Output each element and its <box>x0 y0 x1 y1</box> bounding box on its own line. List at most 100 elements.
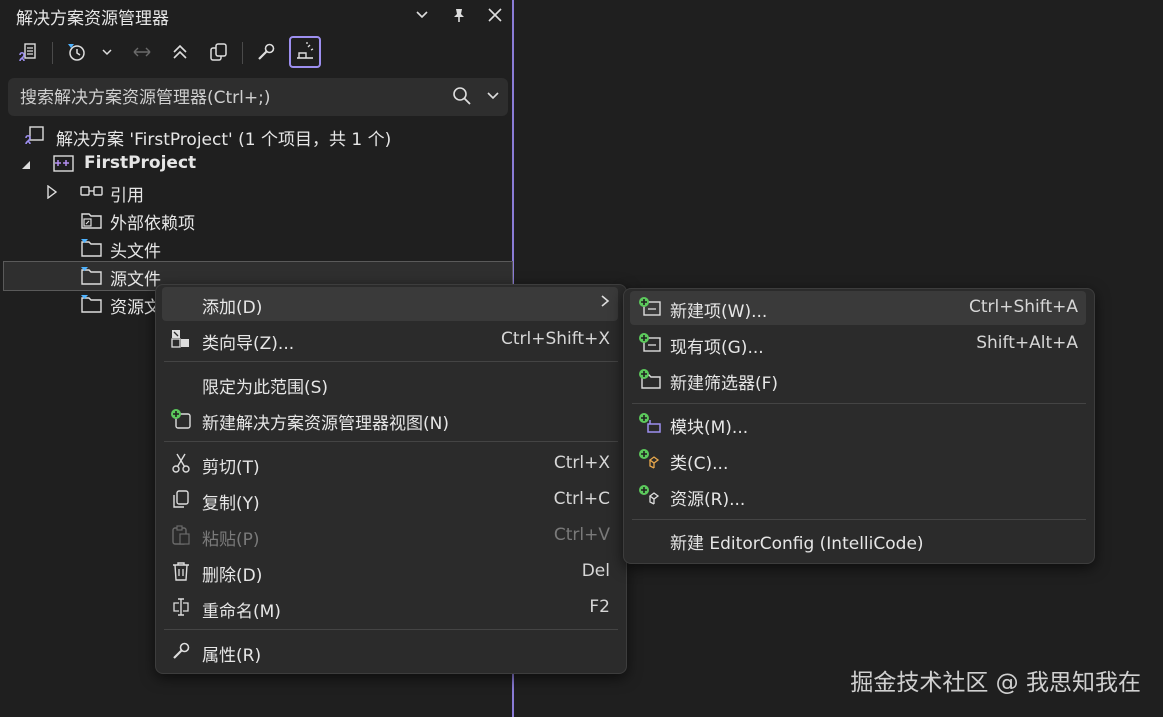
tree-item-project[interactable]: FirstProject <box>0 150 512 178</box>
tree-item-label: 资源文 <box>110 298 161 318</box>
new-window-icon <box>170 408 192 435</box>
tree-item-label: 外部依赖项 <box>110 214 195 234</box>
tree-item-label: 引用 <box>110 186 144 206</box>
menu-item-copy[interactable]: 复制(Y) Ctrl+C <box>162 483 618 517</box>
chevron-down-icon[interactable] <box>91 36 123 68</box>
rename-icon <box>170 596 192 623</box>
class-icon <box>638 448 662 475</box>
close-icon[interactable] <box>483 3 507 27</box>
paste-icon <box>170 524 192 551</box>
menu-separator <box>164 629 618 630</box>
watermark-text: 掘金技术社区 @ 我思知我在 <box>850 670 1141 696</box>
search-box <box>8 78 508 118</box>
menu-item-shortcut: Del <box>581 561 610 581</box>
chevron-down-icon[interactable] <box>486 88 500 107</box>
filter-folder-icon <box>80 294 104 319</box>
panel-toolbar <box>0 34 512 72</box>
collapse-all-icon[interactable] <box>164 36 196 68</box>
menu-separator <box>632 403 1086 404</box>
menu-separator <box>164 441 618 442</box>
menu-item-shortcut: Ctrl+Shift+A <box>968 297 1078 317</box>
menu-item-scope-to-this[interactable]: 限定为此范围(S) <box>162 367 618 401</box>
menu-item-label: 新建项(W)... <box>670 302 768 322</box>
sync-icon[interactable] <box>126 36 158 68</box>
menu-item-shortcut: Ctrl+Shift+X <box>500 329 610 349</box>
submenu-item-existing-item[interactable]: 现有项(G)... Shift+Alt+A <box>630 327 1086 361</box>
menu-item-shortcut: F2 <box>589 597 610 617</box>
menu-separator <box>632 519 1086 520</box>
copy-icon <box>170 488 192 515</box>
menu-item-class-wizard[interactable]: 类向导(Z)... Ctrl+Shift+X <box>162 323 618 357</box>
context-menu: 添加(D) 类向导(Z)... Ctrl+Shift+X 限定为此范围(S) 新… <box>155 284 627 674</box>
preview-selected-items-icon[interactable] <box>289 36 321 68</box>
menu-item-shortcut: Shift+Alt+A <box>976 333 1078 353</box>
menu-item-new-solution-view[interactable]: 新建解决方案资源管理器视图(N) <box>162 403 618 437</box>
existing-item-icon <box>638 332 662 359</box>
menu-item-label: 添加(D) <box>202 298 263 318</box>
menu-item-shortcut: Ctrl+C <box>553 489 610 509</box>
show-all-files-icon[interactable] <box>203 36 235 68</box>
submenu-item-module[interactable]: 模块(M)... <box>630 407 1086 441</box>
wrench-icon <box>170 640 192 667</box>
chevron-down-icon[interactable] <box>410 3 434 27</box>
menu-item-label: 资源(R)... <box>670 490 746 510</box>
new-item-icon <box>638 296 662 323</box>
menu-item-label: 类向导(Z)... <box>202 334 295 354</box>
chevron-right-icon <box>600 293 610 313</box>
mfc-class-wizard-icon <box>170 328 192 355</box>
submenu-item-class[interactable]: 类(C)... <box>630 443 1086 477</box>
pin-icon[interactable] <box>447 3 471 27</box>
menu-item-cut[interactable]: 剪切(T) Ctrl+X <box>162 447 618 481</box>
menu-item-properties[interactable]: 属性(R) <box>162 635 618 669</box>
wrench-icon[interactable] <box>250 36 282 68</box>
submenu-item-editorconfig[interactable]: 新建 EditorConfig (IntelliCode) <box>630 523 1086 557</box>
search-icon[interactable] <box>452 86 472 110</box>
menu-item-shortcut: Ctrl+X <box>553 453 610 473</box>
tree-item-label: 源文件 <box>110 270 161 290</box>
menu-item-label: 重命名(M) <box>202 602 281 622</box>
trash-icon <box>170 560 192 587</box>
tree-item-header-files[interactable]: 头文件 <box>0 234 512 262</box>
filter-folder-icon <box>80 238 104 263</box>
menu-item-label: 模块(M)... <box>670 418 749 438</box>
menu-item-label: 剪切(T) <box>202 458 260 478</box>
menu-separator <box>164 361 618 362</box>
collapsed-arrow-icon[interactable] <box>46 184 58 204</box>
menu-item-label: 属性(R) <box>202 646 262 666</box>
menu-item-shortcut: Ctrl+V <box>553 525 610 545</box>
tree-item-label: FirstProject <box>84 153 197 173</box>
tree-item-external-deps[interactable]: 外部依赖项 <box>0 206 512 234</box>
menu-item-label: 粘贴(P) <box>202 530 260 550</box>
toolbar-separator <box>242 42 243 64</box>
cpp-project-icon <box>52 154 76 179</box>
submenu-item-resource[interactable]: 资源(R)... <box>630 479 1086 513</box>
panel-title: 解决方案资源管理器 <box>16 9 169 29</box>
pending-changes-icon[interactable] <box>60 36 92 68</box>
menu-item-add[interactable]: 添加(D) <box>162 287 618 321</box>
solution-icon <box>24 126 46 151</box>
submenu-item-new-filter[interactable]: 新建筛选器(F) <box>630 363 1086 397</box>
menu-item-paste[interactable]: 粘贴(P) Ctrl+V <box>162 519 618 553</box>
menu-item-label: 限定为此范围(S) <box>202 378 329 398</box>
external-deps-folder-icon <box>80 210 104 235</box>
menu-item-rename[interactable]: 重命名(M) F2 <box>162 591 618 625</box>
filter-folder-icon <box>80 266 104 291</box>
tree-item-references[interactable]: 引用 <box>0 178 512 206</box>
scissors-icon <box>170 452 192 479</box>
resource-icon <box>638 484 662 511</box>
search-input[interactable] <box>8 78 452 118</box>
switch-views-icon[interactable] <box>12 36 44 68</box>
add-submenu: 新建项(W)... Ctrl+Shift+A 现有项(G)... Shift+A… <box>623 288 1095 564</box>
panel-titlebar: 解决方案资源管理器 <box>0 0 512 30</box>
toolbar-separator <box>52 42 53 64</box>
menu-item-delete[interactable]: 删除(D) Del <box>162 555 618 589</box>
menu-item-label: 复制(Y) <box>202 494 260 514</box>
menu-item-label: 类(C)... <box>670 454 729 474</box>
submenu-item-new-item[interactable]: 新建项(W)... Ctrl+Shift+A <box>630 291 1086 325</box>
menu-item-label: 现有项(G)... <box>670 338 764 358</box>
tree-item-label: 解决方案 'FirstProject' (1 个项目，共 1 个) <box>56 130 392 150</box>
new-filter-icon <box>638 368 662 395</box>
menu-item-label: 新建 EditorConfig (IntelliCode) <box>670 534 924 554</box>
tree-item-solution[interactable]: 解决方案 'FirstProject' (1 个项目，共 1 个) <box>0 122 512 150</box>
expanded-arrow-icon[interactable] <box>20 156 32 176</box>
